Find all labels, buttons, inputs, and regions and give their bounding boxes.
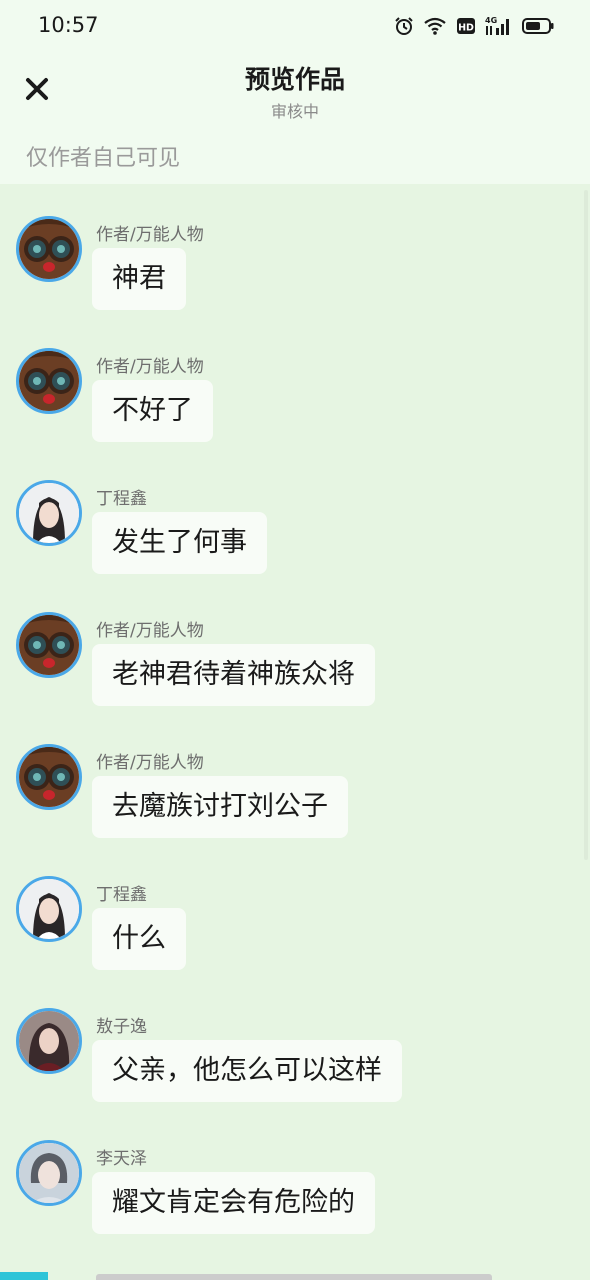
sender-name: 李天泽 (96, 1149, 147, 1169)
review-status: 审核中 (270, 102, 319, 121)
avatar[interactable] (16, 216, 82, 282)
svg-text:HD: HD (458, 23, 474, 34)
visibility-note: 仅作者自己可见 (26, 146, 181, 171)
cartoon-mask-avatar-image (19, 219, 79, 279)
avatar[interactable] (16, 744, 82, 810)
ao-ziyi-avatar-image (19, 1011, 79, 1071)
avatar[interactable] (16, 876, 82, 942)
ding-chengxin-avatar-image (19, 879, 79, 939)
avatar[interactable] (16, 612, 82, 678)
chat-message: 作者/万能人物 去魔族讨打刘公子 (0, 712, 590, 842)
sender-name: 作者/万能人物 (96, 753, 204, 773)
wifi-icon (424, 17, 446, 35)
next-bubble-peek (96, 1274, 492, 1280)
signal-icon: 4G (485, 16, 509, 35)
cartoon-mask-avatar-image (19, 615, 79, 675)
alarm-icon (395, 17, 413, 35)
ding-chengxin-avatar-image (19, 483, 79, 543)
battery-icon (522, 18, 554, 34)
status-bar: 10:57 HD 4G (0, 0, 590, 52)
message-bubble[interactable]: 老神君待着神族众将 (92, 644, 375, 706)
avatar[interactable] (16, 1140, 82, 1206)
message-bubble[interactable]: 去魔族讨打刘公子 (92, 776, 348, 838)
avatar[interactable] (16, 1008, 82, 1074)
header-area: 10:57 HD 4G 预览作品 审核中 仅作者自己可见 (0, 0, 590, 184)
message-bubble[interactable]: 父亲，他怎么可以这样 (92, 1040, 402, 1102)
avatar[interactable] (16, 348, 82, 414)
chat-message: 作者/万能人物 不好了 (0, 316, 590, 446)
hd-icon: HD (457, 18, 475, 34)
page-title: 预览作品 (244, 65, 345, 94)
message-bubble[interactable]: 发生了何事 (92, 512, 267, 574)
cartoon-mask-avatar-image (19, 747, 79, 807)
chat-message: 丁程鑫 什么 (0, 844, 590, 974)
chat-message: 作者/万能人物 老神君待着神族众将 (0, 580, 590, 710)
message-bubble[interactable]: 耀文肯定会有危险的 (92, 1172, 375, 1234)
sender-name: 丁程鑫 (96, 885, 147, 905)
sender-name: 敖子逸 (96, 1017, 147, 1037)
next-avatar-peek (0, 1272, 48, 1280)
message-bubble[interactable]: 不好了 (92, 380, 213, 442)
status-time: 10:57 (38, 13, 99, 37)
sender-name: 作者/万能人物 (96, 621, 204, 641)
status-icons: HD 4G (394, 14, 554, 38)
sender-name: 作者/万能人物 (96, 225, 204, 245)
message-bubble[interactable]: 神君 (92, 248, 186, 310)
chat-message: 作者/万能人物 神君 (0, 184, 590, 314)
li-tianze-avatar-image (19, 1143, 79, 1203)
sender-name: 作者/万能人物 (96, 357, 204, 377)
sender-name: 丁程鑫 (96, 489, 147, 509)
message-bubble[interactable]: 什么 (92, 908, 186, 970)
cartoon-mask-avatar-image (19, 351, 79, 411)
scrollbar[interactable] (584, 190, 588, 860)
chat-message-list[interactable]: 作者/万能人物 神君 作者/万能人物 不好了 丁程鑫 发生了何事 作者/万能人物… (0, 184, 590, 1280)
chat-message: 丁程鑫 发生了何事 (0, 448, 590, 578)
chat-message: 敖子逸 父亲，他怎么可以这样 (0, 976, 590, 1106)
svg-text:4G: 4G (485, 16, 497, 25)
chat-message: 李天泽 耀文肯定会有危险的 (0, 1108, 590, 1238)
avatar[interactable] (16, 480, 82, 546)
